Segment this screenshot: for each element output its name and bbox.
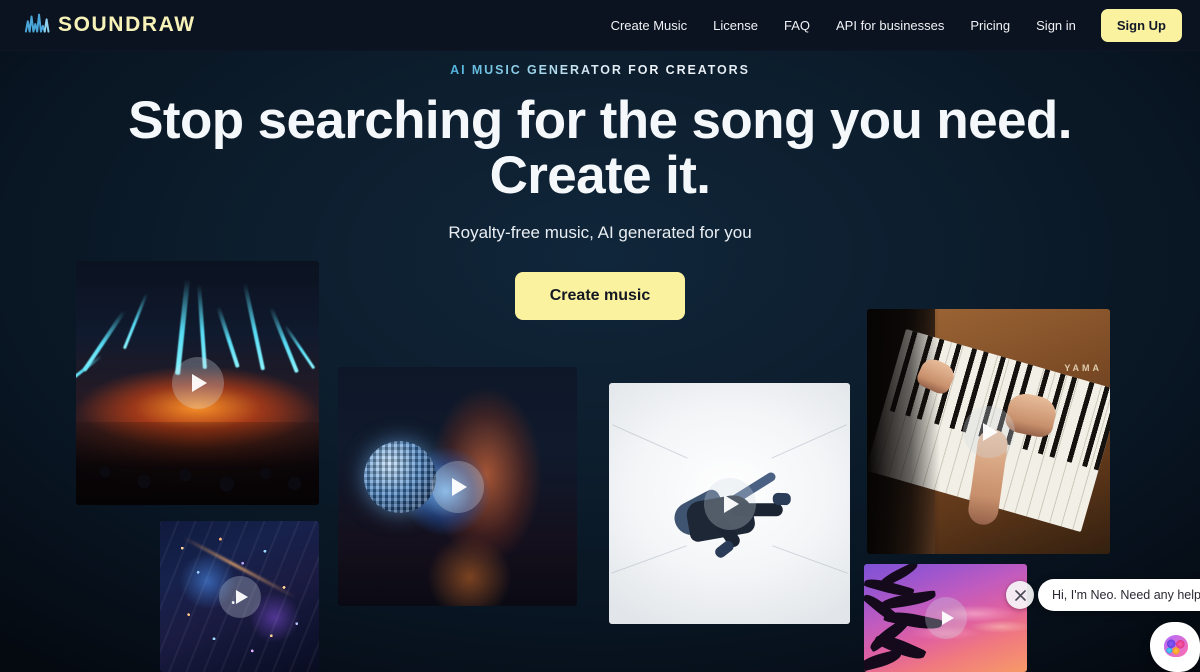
hero-eyebrow-wrap: AI MUSIC GENERATOR FOR CREATORS	[0, 51, 1200, 79]
sign-up-button[interactable]: Sign Up	[1100, 8, 1182, 42]
crowd-silhouette	[76, 422, 319, 505]
play-icon[interactable]	[171, 357, 224, 409]
hero-cta-wrap: Create music	[0, 243, 1200, 321]
nav-license[interactable]: License	[700, 0, 771, 51]
tile-breakdancer[interactable]	[609, 383, 850, 624]
play-icon[interactable]	[431, 460, 484, 513]
tile-disco-woman[interactable]	[338, 367, 577, 606]
headline-line-2: Create it.	[489, 146, 711, 206]
top-navigation-bar: SOUNDRAW Create Music License FAQ API fo…	[0, 0, 1200, 51]
nav-create-music[interactable]: Create Music	[598, 0, 701, 51]
play-icon[interactable]	[962, 405, 1015, 458]
tile-city-night[interactable]	[160, 521, 319, 672]
brand-logo[interactable]: SOUNDRAW	[24, 12, 196, 38]
tile-palm-sunset[interactable]	[864, 564, 1027, 672]
close-icon	[1014, 589, 1026, 601]
hero-eyebrow: AI MUSIC GENERATOR FOR CREATORS	[450, 63, 750, 77]
chat-avatar-face	[1164, 635, 1188, 657]
chat-close-button[interactable]	[1006, 581, 1034, 609]
create-music-button[interactable]: Create music	[514, 272, 686, 321]
play-icon[interactable]	[924, 597, 967, 639]
landing-page: SOUNDRAW Create Music License FAQ API fo…	[0, 0, 1200, 672]
hero-section: AI MUSIC GENERATOR FOR CREATORS Stop sea…	[0, 51, 1200, 321]
play-icon[interactable]	[703, 477, 756, 530]
piano-brand-text: YAMA	[1064, 362, 1102, 373]
nav-api-for-businesses[interactable]: API for businesses	[823, 0, 957, 51]
nav-links: Create Music License FAQ API for busines…	[598, 0, 1182, 51]
mirror-ball	[364, 440, 437, 513]
nav-sign-in[interactable]: Sign in	[1023, 0, 1089, 51]
nav-pricing[interactable]: Pricing	[957, 0, 1023, 51]
waveform-icon	[24, 12, 56, 38]
nav-faq[interactable]: FAQ	[771, 0, 823, 51]
chat-launcher-button[interactable]	[1150, 622, 1200, 672]
chat-greeting-bubble[interactable]: Hi, I'm Neo. Need any help?	[1038, 579, 1200, 611]
page-title: Stop searching for the song you need. Cr…	[0, 93, 1200, 203]
brand-name: SOUNDRAW	[58, 13, 196, 36]
headline-line-1: Stop searching for the song you need.	[128, 91, 1072, 150]
tile-piano-hands[interactable]: YAMA	[867, 309, 1110, 554]
hero-subtitle: Royalty-free music, AI generated for you	[448, 223, 752, 243]
play-icon[interactable]	[218, 575, 261, 618]
